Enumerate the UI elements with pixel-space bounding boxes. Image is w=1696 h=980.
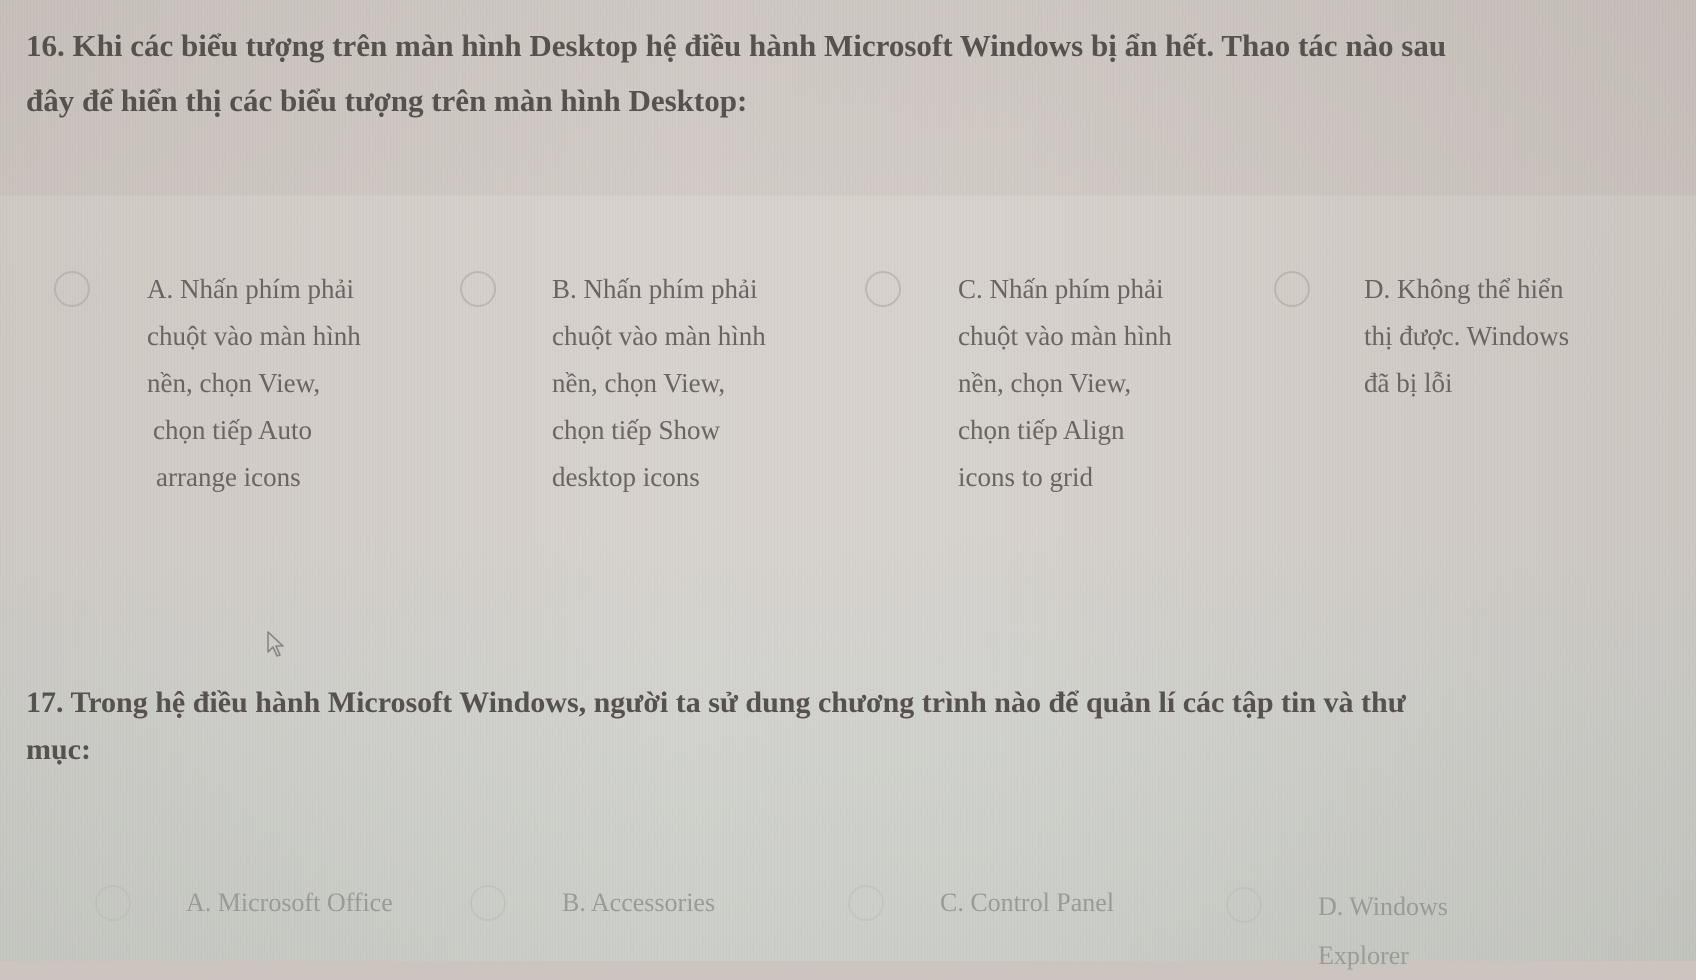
option-q16-c[interactable]: C. Nhấn phím phải chuột vào màn hình nền…: [958, 266, 1172, 501]
option-line: C. Control Panel: [940, 888, 1115, 917]
option-line: đã bị lỗi: [1364, 368, 1453, 398]
radio-q16-c[interactable]: [865, 271, 901, 307]
option-line: Explorer: [1318, 941, 1409, 970]
option-line: C. Nhấn phím phải: [958, 274, 1164, 304]
radio-q17-d[interactable]: [1226, 887, 1262, 923]
option-q17-b[interactable]: B. Accessories: [562, 878, 715, 927]
option-line: chọn tiếp Align: [958, 415, 1125, 445]
question-16-title-line2: đây để hiển thị các biểu tượng trên màn …: [26, 83, 748, 118]
mouse-pointer-icon: [267, 631, 284, 657]
radio-q17-b[interactable]: [470, 885, 506, 921]
option-line: nền, chọn View,: [147, 368, 321, 398]
option-line: D. Windows: [1318, 892, 1448, 921]
option-q16-b[interactable]: B. Nhấn phím phải chuột vào màn hình nền…: [552, 266, 766, 501]
option-q16-a[interactable]: A. Nhấn phím phải chuột vào màn hình nền…: [147, 266, 361, 501]
radio-q16-b[interactable]: [460, 271, 496, 307]
radio-q17-c[interactable]: [848, 885, 884, 921]
radio-q16-d[interactable]: [1274, 271, 1310, 307]
radio-q16-a[interactable]: [54, 271, 90, 307]
option-line: icons to grid: [958, 462, 1093, 492]
option-line: chuột vào màn hình: [958, 321, 1172, 351]
question-17-title-line1: 17. Trong hệ điều hành Microsoft Windows…: [26, 686, 1406, 719]
option-q17-a[interactable]: A. Microsoft Office: [186, 878, 393, 927]
option-q17-d[interactable]: D. Windows Explorer: [1318, 882, 1448, 980]
option-line: chuột vào màn hình: [147, 321, 361, 351]
option-line: B. Accessories: [562, 888, 716, 917]
option-line: A. Nhấn phím phải: [147, 274, 354, 304]
option-line: A. Microsoft Office: [186, 888, 393, 917]
option-line: B. Nhấn phím phải: [552, 274, 758, 304]
question-17-title-line2: mục:: [26, 733, 91, 766]
option-line: arrange icons: [156, 462, 301, 492]
option-line: chọn tiếp Auto: [153, 415, 312, 445]
option-line: chọn tiếp Show: [552, 415, 720, 445]
option-line: thị được. Windows: [1364, 321, 1570, 351]
option-line: nền, chọn View,: [958, 368, 1132, 398]
option-q16-d[interactable]: D. Không thể hiển thị được. Windows đã b…: [1364, 266, 1569, 407]
option-line: desktop icons: [552, 462, 700, 492]
question-16-title-line1: 16. Khi các biểu tượng trên màn hình Des…: [26, 28, 1447, 63]
option-q17-c[interactable]: C. Control Panel: [940, 878, 1114, 927]
option-line: nền, chọn View,: [552, 368, 726, 398]
radio-q17-a[interactable]: [95, 885, 131, 921]
option-line: chuột vào màn hình: [552, 321, 766, 351]
option-line: D. Không thể hiển: [1364, 274, 1564, 304]
